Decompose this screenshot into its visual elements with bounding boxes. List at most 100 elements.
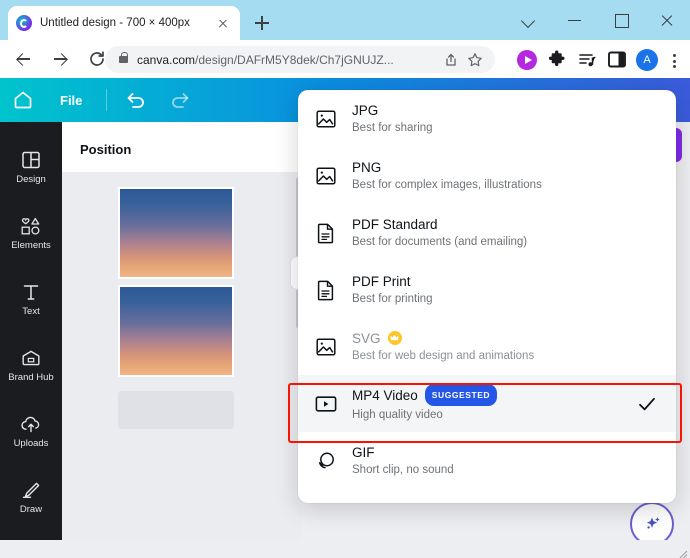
export-option-pdf-standard[interactable]: PDF Standard Best for documents (and ema…: [298, 204, 676, 261]
canvas-bottom-strip: [0, 540, 690, 558]
option-label: PDF Print: [352, 273, 411, 289]
sidebar-item-label: Design: [16, 173, 46, 185]
side-panel-icon[interactable]: [602, 46, 632, 74]
layout-grid-icon: [22, 151, 40, 168]
text-t-icon: [23, 284, 39, 300]
share-icon[interactable]: [441, 50, 461, 70]
browser-extension-icons: A: [512, 46, 686, 74]
position-panel: Position: [62, 122, 304, 558]
extensions-puzzle-icon[interactable]: [542, 46, 572, 74]
avatar-letter: A: [636, 49, 658, 71]
pen-draw-icon: [22, 482, 40, 498]
export-option-subtitle: High quality video: [352, 409, 443, 421]
panel-placeholder-block: [118, 391, 234, 429]
document-icon: [312, 219, 340, 247]
toolbar-divider: [106, 89, 108, 111]
window-controls: [506, 0, 690, 40]
tab-title: Untitled design - 700 × 400px: [40, 17, 190, 29]
option-label: PDF Standard: [352, 216, 438, 232]
export-option-png[interactable]: PNG Best for complex images, illustratio…: [298, 147, 676, 204]
gif-icon: [312, 447, 340, 475]
export-option-subtitle: Best for sharing: [352, 121, 433, 134]
sidebar-item-uploads[interactable]: Uploads: [0, 398, 62, 464]
cloud-upload-icon: [21, 416, 40, 432]
sidebar-item-label: Draw: [19, 503, 43, 515]
sidebar-item-label: Brand Hub: [8, 371, 54, 383]
new-tab-button[interactable]: [250, 11, 274, 35]
tab-close-icon[interactable]: [214, 14, 232, 32]
export-option-gif[interactable]: GIF Short clip, no sound: [298, 432, 676, 489]
premium-crown-icon: [387, 331, 402, 345]
sidebar-item-design[interactable]: Design: [0, 134, 62, 200]
file-menu-button[interactable]: File: [60, 93, 82, 108]
export-format-dropdown: JPG Best for sharing PNG Best for comple…: [298, 90, 676, 503]
export-option-title: SVG: [352, 330, 658, 347]
export-option-text: GIF Short clip, no sound: [352, 444, 658, 478]
url-text: canva.com/design/DAFrM5Y8dek/Ch7jGNUJZ..…: [137, 53, 441, 67]
export-option-subtitle: Best for complex images, illustrations: [352, 178, 542, 191]
panel-body: [62, 172, 302, 558]
window-resize-grip[interactable]: [678, 546, 688, 558]
brand-hub-icon: [22, 350, 40, 365]
browser-tab[interactable]: Untitled design - 700 × 400px: [8, 6, 240, 40]
profile-avatar-icon[interactable]: A: [632, 46, 662, 74]
export-option-text: PDF Standard Best for documents (and ema…: [352, 216, 658, 250]
export-option-title: MP4 Video SUGGESTED: [352, 384, 636, 406]
option-label: PNG: [352, 159, 382, 175]
panel-title: Position: [80, 142, 132, 157]
export-option-text: SVG Best for web design and animations: [352, 330, 658, 364]
play-circle-icon[interactable]: [512, 46, 542, 74]
image-icon: [312, 105, 340, 133]
export-option-title: PDF Print: [352, 273, 658, 290]
canva-favicon: [16, 15, 32, 31]
page-thumbnail[interactable]: [118, 187, 234, 279]
export-option-mp4-video[interactable]: MP4 Video SUGGESTED High quality video: [298, 375, 676, 432]
undo-arrow-icon[interactable]: [121, 85, 151, 115]
export-option-jpg[interactable]: JPG Best for sharing: [298, 90, 676, 147]
export-option-text: PDF Print Best for printing: [352, 273, 658, 307]
maximize-icon[interactable]: [598, 0, 644, 40]
sidebar-item-brand-hub[interactable]: Brand Hub: [0, 332, 62, 398]
image-icon: [312, 162, 340, 190]
document-icon: [312, 276, 340, 304]
option-label: JPG: [352, 102, 379, 118]
export-option-subtitle: Best for printing: [352, 292, 433, 305]
suggested-badge: SUGGESTED: [424, 384, 498, 406]
option-label: SVG: [352, 330, 381, 346]
export-option-title: JPG: [352, 102, 658, 119]
checkmark-icon: [636, 393, 658, 415]
redo-arrow-icon[interactable]: [165, 85, 195, 115]
export-option-title: PDF Standard: [352, 216, 658, 233]
sidebar-item-elements[interactable]: Elements: [0, 200, 62, 266]
home-icon[interactable]: [10, 87, 36, 113]
export-option-svg[interactable]: SVG Best for web design and animations: [298, 318, 676, 375]
back-arrow-icon[interactable]: [8, 44, 38, 74]
chevron-down-icon[interactable]: [506, 0, 552, 40]
sidebar-item-label: Elements: [11, 239, 51, 251]
close-window-icon[interactable]: [644, 0, 690, 40]
export-option-text: PNG Best for complex images, illustratio…: [352, 159, 658, 193]
forward-arrow-icon[interactable]: [46, 44, 76, 74]
export-option-pdf-print[interactable]: PDF Print Best for printing: [298, 261, 676, 318]
sidebar-item-text[interactable]: Text: [0, 266, 62, 332]
export-option-subtitle: Best for web design and animations: [352, 349, 535, 362]
url-path: /design/DAFrM5Y8dek/Ch7jGNUJZ...: [195, 52, 394, 67]
export-option-subtitle: Best for documents (and emailing): [352, 235, 528, 248]
video-icon: [312, 390, 340, 418]
reading-list-icon[interactable]: [572, 46, 602, 74]
option-label: GIF: [352, 444, 375, 460]
option-label: MP4 Video: [352, 387, 418, 403]
page-thumbnail[interactable]: [118, 285, 234, 377]
image-icon: [312, 333, 340, 361]
star-icon[interactable]: [465, 50, 485, 70]
export-option-text: MP4 Video SUGGESTED High quality video: [352, 384, 636, 423]
export-option-subtitle: Short clip, no sound: [352, 463, 454, 476]
address-bar[interactable]: canva.com/design/DAFrM5Y8dek/Ch7jGNUJZ..…: [105, 46, 495, 73]
sidebar-item-draw[interactable]: Draw: [0, 464, 62, 530]
minimize-icon[interactable]: [552, 0, 598, 40]
sidebar-item-label: Text: [22, 305, 40, 317]
chrome-menu-icon[interactable]: [662, 46, 686, 74]
shapes-icon: [21, 217, 40, 235]
browser-window: Untitled design - 700 × 400px canva.com/…: [0, 0, 690, 558]
sidebar-item-label: Uploads: [13, 437, 49, 449]
